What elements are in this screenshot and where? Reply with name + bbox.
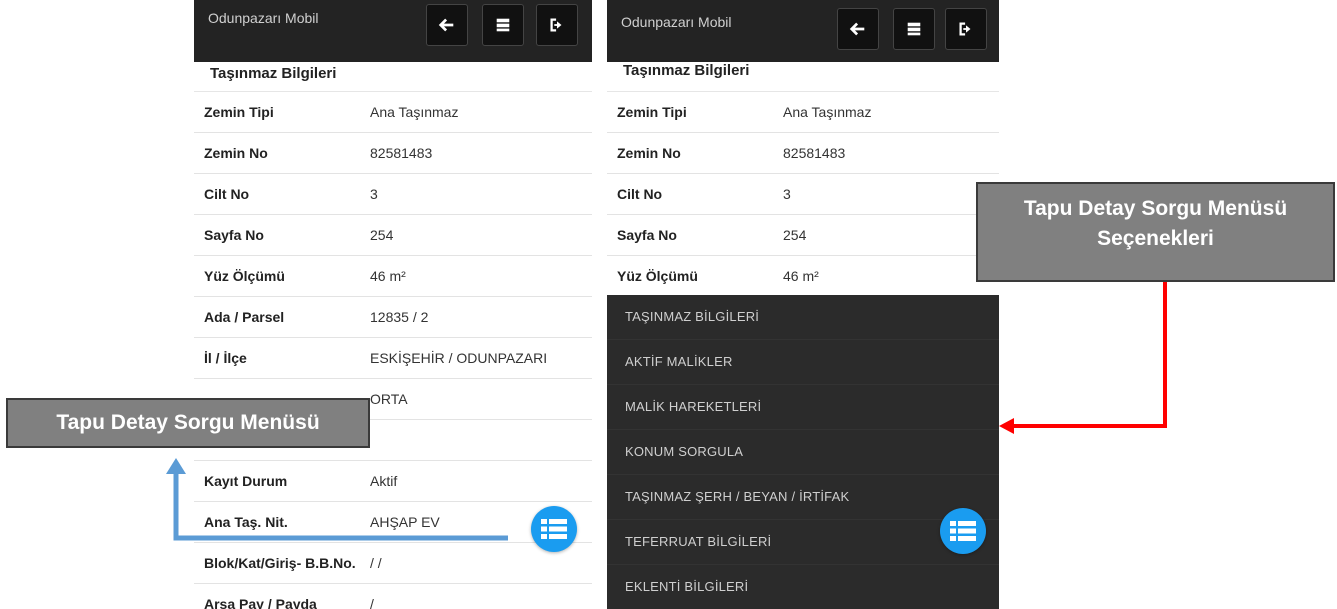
callout-line-2: Seçenekleri: [1097, 227, 1214, 250]
red-arrowhead: [999, 418, 1014, 434]
blue-arrow: [173, 470, 508, 541]
blue-arrowhead: [166, 458, 186, 474]
callout-menu-options: Tapu Detay Sorgu Menüsü Seçenekleri: [976, 182, 1335, 282]
callout-detail-menu: Tapu Detay Sorgu Menüsü: [6, 398, 370, 448]
callout-line-1: Tapu Detay Sorgu Menüsü: [1023, 197, 1288, 220]
red-arrow: [1012, 282, 1167, 428]
annotation-arrows: [166, 282, 1167, 541]
